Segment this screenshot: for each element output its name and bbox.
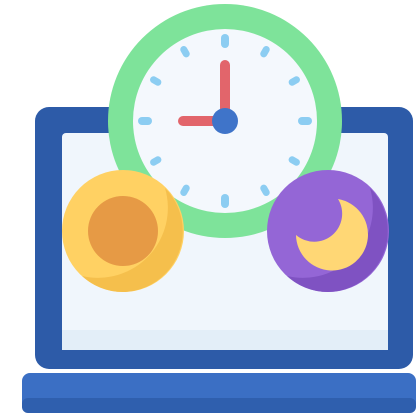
clock-tick [221, 194, 229, 208]
illustration-canvas [22, 4, 416, 413]
clock-center [212, 108, 238, 134]
clock-tick [221, 34, 229, 48]
sun-icon [62, 170, 184, 292]
laptop-screen-shade [62, 330, 388, 350]
moon-icon [267, 170, 389, 292]
laptop-base-shadow [22, 398, 416, 413]
clock-tick [298, 117, 312, 125]
clock-tick [138, 117, 152, 125]
day-night-laptop-illustration [0, 0, 416, 413]
sun-core [88, 196, 158, 266]
